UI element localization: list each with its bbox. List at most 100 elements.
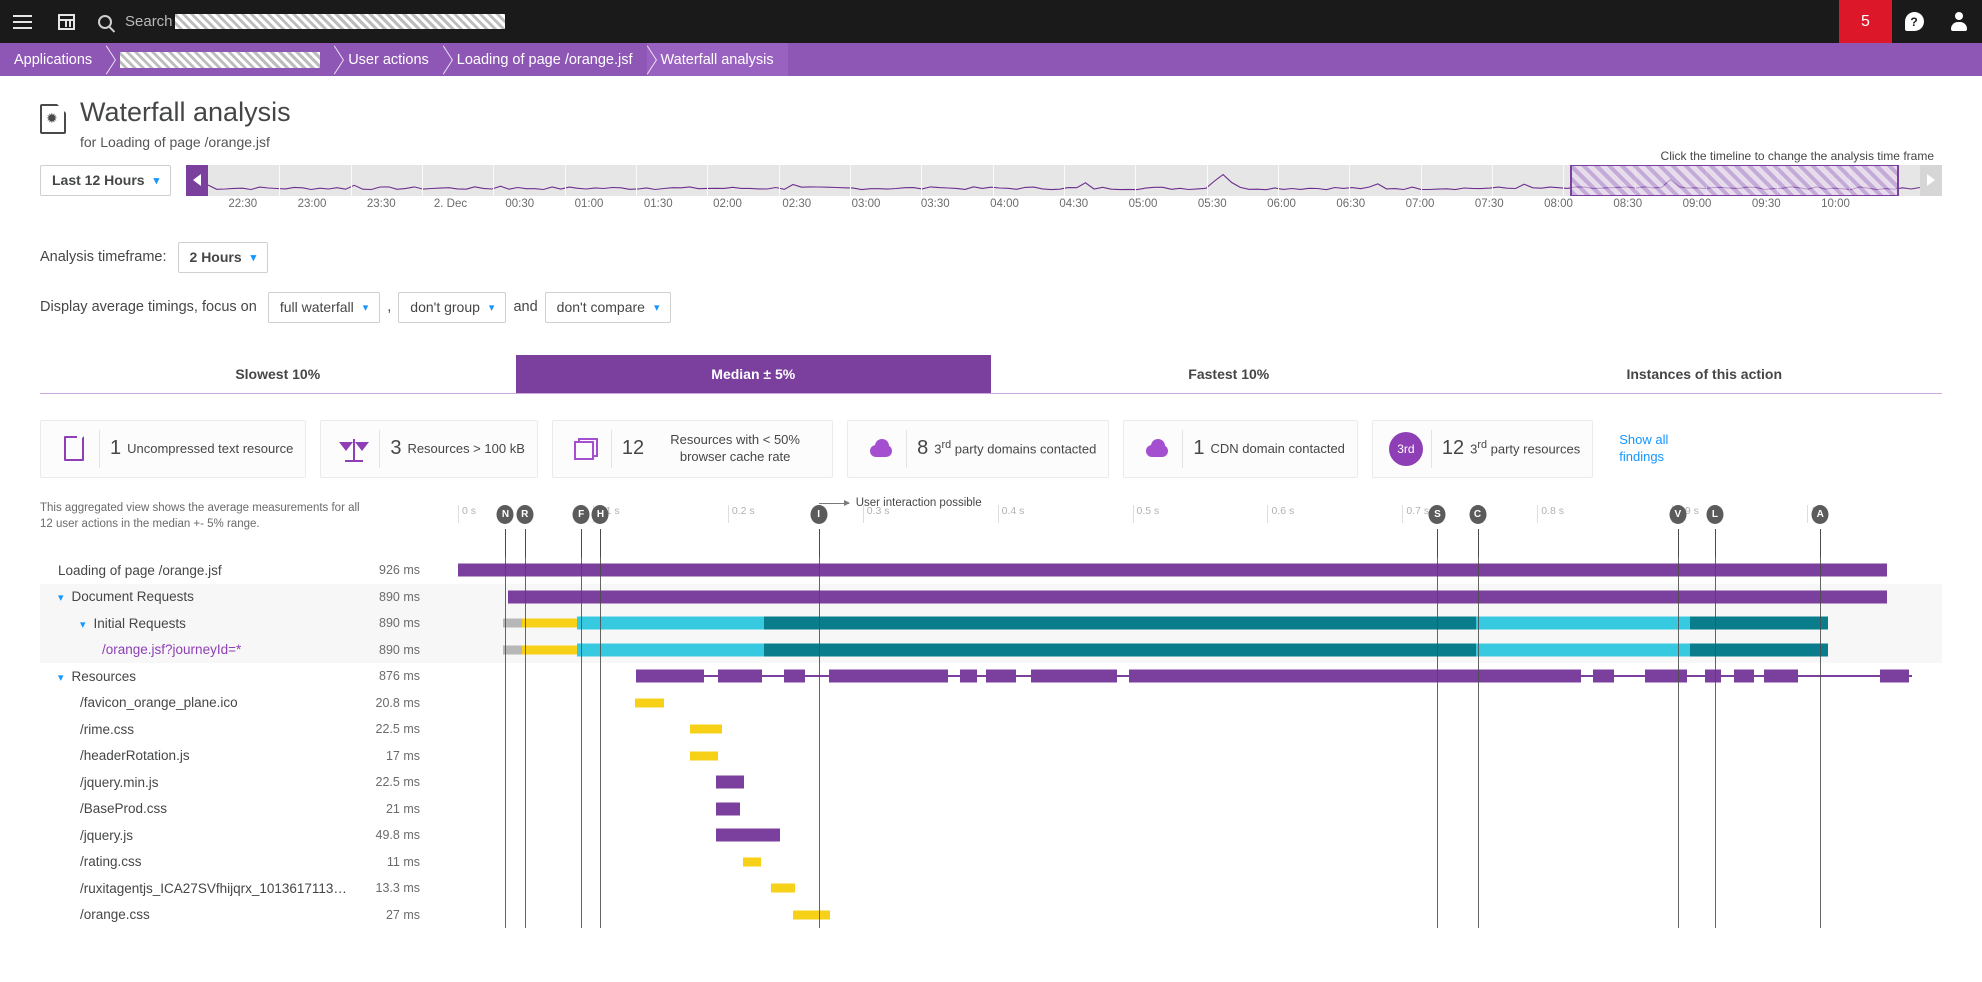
finding-card[interactable]: 12Resources with < 50% browser cache rat… (552, 420, 833, 478)
finding-count: 12 (622, 437, 644, 460)
timeline-tick-label: 08:00 (1544, 198, 1573, 210)
cloud-icon (868, 439, 894, 459)
notification-badge[interactable]: 5 (1839, 0, 1892, 43)
timeline-sparkline[interactable] (208, 165, 1920, 196)
waterfall-row[interactable]: /rating.css11 ms (40, 849, 1942, 876)
waterfall-row[interactable]: /rime.css22.5 ms (40, 716, 1942, 743)
waterfall-row[interactable]: /jquery.js49.8 ms (40, 822, 1942, 849)
waterfall-marker-line (1478, 529, 1479, 557)
waterfall-bar (635, 698, 665, 707)
waterfall-row-track (458, 690, 1942, 717)
top-navigation-bar: Search 5 ? (0, 0, 1982, 43)
waterfall-row[interactable]: /jquery.min.js22.5 ms (40, 769, 1942, 796)
waterfall-row[interactable]: /favicon_orange_plane.ico20.8 ms (40, 690, 1942, 717)
waterfall-row-time: 890 ms (350, 616, 438, 630)
group-dropdown[interactable]: don't group ▾ (398, 292, 506, 323)
finding-card[interactable]: 3Resources > 100 kB (320, 420, 538, 478)
timeline-tick-label: 01:30 (644, 198, 673, 210)
compare-dropdown[interactable]: don't compare ▾ (545, 292, 672, 323)
waterfall-row-name[interactable]: /orange.jsf?journeyId=* (40, 642, 350, 657)
waterfall-row[interactable]: /orange.css27 ms (40, 902, 1942, 929)
waterfall-row-track (458, 902, 1942, 929)
search-area[interactable]: Search (98, 13, 1839, 30)
focus-dropdown[interactable]: full waterfall ▾ (268, 292, 380, 323)
waterfall-row[interactable]: /BaseProd.css21 ms (40, 796, 1942, 823)
waterfall-row[interactable]: ▾Resources876 ms (40, 663, 1942, 690)
card-divider (1182, 430, 1183, 468)
timeline-tick-label: 07:00 (1406, 198, 1435, 210)
help-icon: ? (1905, 12, 1924, 31)
timeline-tick-label: 06:00 (1267, 198, 1296, 210)
redacted-text (120, 52, 320, 68)
dashboard-button[interactable] (44, 14, 88, 30)
finding-text: Resources > 100 kB (407, 441, 524, 457)
help-button[interactable]: ? (1892, 12, 1936, 31)
waterfall-row[interactable]: ▾Document Requests890 ms (40, 584, 1942, 611)
waterfall-marker-c[interactable]: C (1469, 505, 1486, 524)
waterfall-marker-r[interactable]: R (516, 505, 533, 524)
waterfall-marker-line (1437, 529, 1438, 557)
waterfall-row[interactable]: Loading of page /orange.jsf926 ms (40, 557, 1942, 584)
waterfall-marker-n[interactable]: N (497, 505, 514, 524)
tab-fastest-10[interactable]: Fastest 10% (991, 355, 1467, 393)
waterfall-axis-tick: 0 s (458, 505, 476, 523)
waterfall-row-track (458, 637, 1942, 664)
waterfall-row[interactable]: ▾Initial Requests890 ms (40, 610, 1942, 637)
waterfall-marker-f[interactable]: F (573, 505, 590, 524)
waterfall-row[interactable]: /orange.jsf?journeyId=*890 ms (40, 637, 1942, 664)
timeline-selection[interactable] (1570, 165, 1898, 196)
show-all-findings-link[interactable]: Show allfindings (1619, 432, 1668, 465)
time-range-dropdown[interactable]: Last 12 Hours ▾ (40, 165, 171, 196)
waterfall-marker-s[interactable]: S (1429, 505, 1446, 524)
waterfall-row-time: 926 ms (350, 563, 438, 577)
breadcrumb-item-page-load[interactable]: Loading of page /orange.jsf (443, 43, 647, 76)
timeline-selector-row: Last 12 Hours ▾ Click the timeline to ch… (40, 165, 1942, 223)
waterfall-bar (636, 675, 1912, 677)
search-input-redacted[interactable] (175, 14, 505, 29)
waterfall-row[interactable]: /ruxitagentjs_ICA27SVfhijqrx_10136171130… (40, 875, 1942, 902)
search-icon (98, 15, 112, 29)
tab-instances[interactable]: Instances of this action (1467, 355, 1943, 393)
breadcrumb-item-waterfall-analysis[interactable]: Waterfall analysis (647, 43, 788, 76)
waterfall-marker-h[interactable]: H (592, 505, 609, 524)
tab-slowest-10[interactable]: Slowest 10% (40, 355, 516, 393)
page-subtitle: for Loading of page /orange.jsf (80, 134, 291, 150)
chevron-down-icon[interactable]: ▾ (58, 591, 64, 604)
finding-card[interactable]: 1Uncompressed text resource (40, 420, 306, 478)
waterfall-marker-a[interactable]: A (1812, 505, 1829, 524)
waterfall-row-name: /jquery.min.js (40, 775, 350, 790)
chevron-down-icon[interactable]: ▾ (58, 671, 64, 684)
scale-icon (340, 436, 368, 462)
waterfall-axis-tick: 0.8 s (1537, 505, 1564, 523)
chevron-down-icon[interactable]: ▾ (80, 618, 86, 631)
breadcrumb-item-redacted[interactable] (106, 43, 334, 76)
waterfall-bar (764, 617, 1476, 630)
analysis-timeframe-dropdown[interactable]: 2 Hours ▾ (178, 242, 269, 273)
waterfall-axis-tick: 0.2 s (728, 505, 755, 523)
waterfall-marker-line (1715, 529, 1716, 557)
finding-card[interactable]: 1CDN domain contacted (1123, 420, 1358, 478)
waterfall-marker-line (1820, 529, 1821, 557)
timeline-prev-button[interactable] (186, 165, 208, 196)
waterfall-marker-l[interactable]: L (1706, 505, 1723, 524)
timeline-strip[interactable]: Click the timeline to change the analysi… (186, 165, 1942, 207)
finding-card[interactable]: 83rd party domains contacted (847, 420, 1109, 478)
breadcrumb-item-user-actions[interactable]: User actions (334, 43, 443, 76)
waterfall-row[interactable]: /headerRotation.js17 ms (40, 743, 1942, 770)
tab-median-5[interactable]: Median ± 5% (516, 355, 992, 393)
timeline-next-button[interactable] (1920, 165, 1942, 196)
waterfall-row-time: 22.5 ms (350, 722, 438, 736)
waterfall-bar (503, 619, 522, 628)
user-menu-button[interactable] (1936, 12, 1982, 31)
waterfall-row-track (458, 716, 1942, 743)
breadcrumb-item-applications[interactable]: Applications (0, 43, 106, 76)
hamburger-icon (13, 15, 32, 29)
waterfall-marker-v[interactable]: V (1669, 505, 1686, 524)
waterfall-document-icon (40, 104, 66, 134)
finding-card[interactable]: 3rd123rd party resources (1372, 420, 1593, 478)
waterfall-marker-i[interactable]: I (810, 505, 827, 524)
hamburger-menu-button[interactable] (0, 15, 44, 29)
waterfall-row-name: ▾Resources (40, 669, 350, 684)
waterfall-bar (716, 802, 740, 815)
waterfall-rows: Loading of page /orange.jsf926 ms▾Docume… (40, 557, 1942, 928)
